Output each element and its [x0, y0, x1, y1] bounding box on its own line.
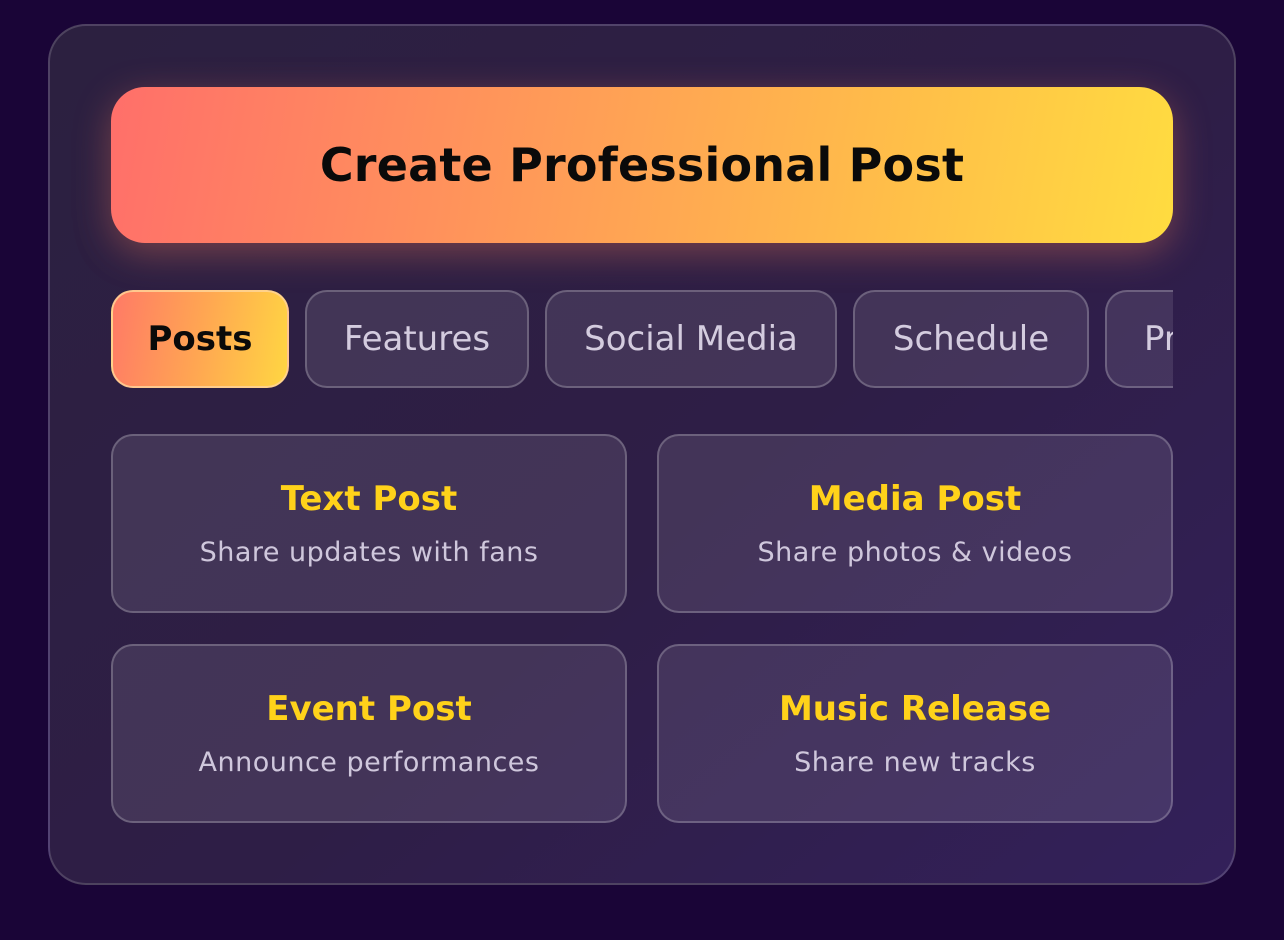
tab-label: Pr — [1144, 319, 1173, 359]
tab-label: Features — [343, 319, 491, 359]
event-post-card[interactable]: Event Post Announce performances — [111, 644, 627, 823]
tab-posts[interactable]: Posts — [111, 290, 289, 388]
card-description: Share new tracks — [794, 747, 1036, 778]
tabs-row: Posts Features Social Media Schedule Pr — [111, 288, 1173, 388]
tab-label: Social Media — [584, 319, 798, 359]
card-title: Media Post — [808, 479, 1022, 519]
media-post-card[interactable]: Media Post Share photos & videos — [657, 434, 1173, 613]
card-description: Share updates with fans — [199, 537, 539, 568]
music-release-card[interactable]: Music Release Share new tracks — [657, 644, 1173, 823]
text-post-card[interactable]: Text Post Share updates with fans — [111, 434, 627, 613]
card-title: Text Post — [280, 479, 458, 519]
tab-features[interactable]: Features — [305, 290, 529, 388]
card-description: Announce performances — [198, 747, 540, 778]
category-tabs[interactable]: Posts Features Social Media Schedule Pr — [111, 288, 1173, 390]
card-title: Music Release — [778, 689, 1052, 729]
card-title: Event Post — [266, 689, 472, 729]
create-button-label: Create Professional Post — [319, 138, 965, 192]
tab-social-media[interactable]: Social Media — [545, 290, 837, 388]
card-description: Share photos & videos — [757, 537, 1073, 568]
create-post-panel: Create Professional Post Posts Features … — [48, 24, 1236, 885]
tab-label: Schedule — [892, 319, 1050, 359]
tab-schedule[interactable]: Schedule — [853, 290, 1089, 388]
tab-partially-visible[interactable]: Pr — [1105, 290, 1173, 388]
tab-label: Posts — [147, 319, 253, 359]
create-professional-post-button[interactable]: Create Professional Post — [111, 87, 1173, 243]
